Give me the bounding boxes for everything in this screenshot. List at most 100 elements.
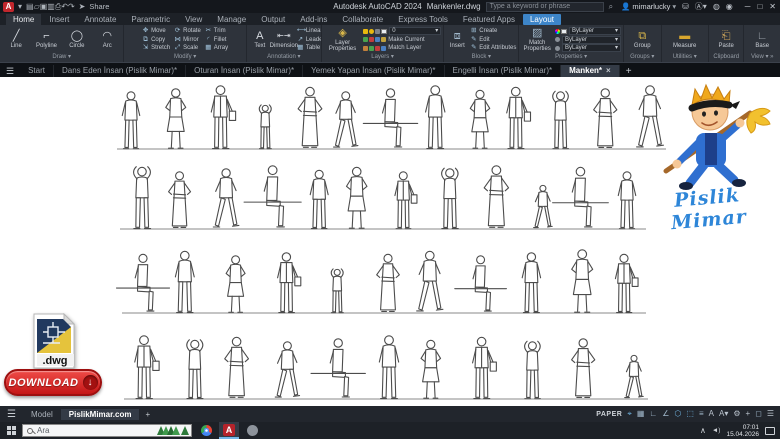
human-figure-block[interactable] xyxy=(116,254,169,311)
match-layer-button[interactable]: Match Layer xyxy=(363,44,441,52)
utilities-panel-label[interactable]: Utilities ▾ xyxy=(662,53,708,62)
minimize-button[interactable]: ─ xyxy=(745,2,751,11)
app-store-cart-icon[interactable]: ⛁ xyxy=(682,2,689,11)
annotation-panel-label[interactable]: Annotation ▾ xyxy=(247,53,321,62)
customize-icon[interactable]: ☰ xyxy=(767,407,774,421)
drawing-canvas[interactable]: Pislik Mimar .dwg DOWNLOAD ↓ xyxy=(0,77,780,406)
human-figure-block[interactable] xyxy=(625,355,644,397)
human-figure-block[interactable] xyxy=(334,92,358,147)
move-tool[interactable]: ✥Move xyxy=(142,27,170,35)
save-as-icon[interactable]: ▥ xyxy=(47,2,55,11)
taskbar-clock[interactable]: 07:01 15.04.2026 xyxy=(726,424,759,438)
help-icon[interactable]: ◍ xyxy=(713,2,720,11)
human-figure-block[interactable] xyxy=(572,339,595,398)
paper-space-label[interactable]: PAPER xyxy=(596,411,622,418)
isolate-icon[interactable]: ◻ xyxy=(755,407,762,421)
mirror-tool[interactable]: ⋈Mirror xyxy=(174,36,201,44)
dimension-tool[interactable]: ⇤⇥ Dimension xyxy=(273,26,295,53)
ribbon-tab-add-ins[interactable]: Add-ins xyxy=(293,14,334,25)
ribbon-tab-annotate[interactable]: Annotate xyxy=(77,14,123,25)
human-figure-block[interactable] xyxy=(377,254,400,311)
new-drawing-tab-button[interactable]: + xyxy=(620,66,638,77)
human-figure-block[interactable] xyxy=(244,166,301,227)
combo-dropdown-icon[interactable]: ▾ xyxy=(615,36,618,44)
start-button[interactable] xyxy=(0,422,22,439)
human-figure-block[interactable] xyxy=(553,91,569,148)
property-row-2[interactable]: ByLayer▾ xyxy=(555,44,621,52)
ribbon-tab-output[interactable]: Output xyxy=(254,14,292,25)
leader-tool[interactable]: ↗Leader xyxy=(297,36,322,44)
layer-select-combo[interactable]: 0▾ xyxy=(363,27,441,35)
human-figure-block[interactable] xyxy=(169,172,191,228)
ribbon-tab-layout[interactable]: Layout xyxy=(523,14,561,25)
human-figure-block[interactable] xyxy=(618,172,635,229)
group-tool[interactable]: ⧉ Group xyxy=(631,26,653,53)
share-icon[interactable]: ➤ xyxy=(79,0,86,13)
human-figure-block[interactable] xyxy=(187,340,203,399)
human-figure-block[interactable] xyxy=(594,89,617,148)
help-search-input[interactable]: Type a keyword or phrase xyxy=(486,2,604,12)
trim-tool[interactable]: ✂Trim xyxy=(205,27,228,35)
file-tab-engelli-i-nsan-pislik-mimar-[interactable]: Engelli İnsan (Pislik Mimar)* xyxy=(445,65,562,77)
qat-dropdown-icon[interactable]: ▾ xyxy=(18,0,22,13)
human-figure-block[interactable] xyxy=(553,167,609,227)
autodesk-a-icon[interactable]: Ⓐ▾ xyxy=(695,1,707,12)
human-figure-block[interactable] xyxy=(211,86,235,149)
property-row-1[interactable]: ByLayer▾ xyxy=(555,36,621,44)
undo-icon[interactable]: ↶ xyxy=(61,2,68,11)
human-figure-block[interactable] xyxy=(522,253,540,313)
fillet-tool[interactable]: ◜Fillet xyxy=(205,36,228,44)
layout-tab-model[interactable]: Model xyxy=(23,409,61,420)
create-button[interactable]: ⊞Create xyxy=(470,27,519,35)
scale-tool[interactable]: ⤢Scale xyxy=(174,44,201,52)
human-figure-block[interactable] xyxy=(473,337,497,398)
human-figure-block[interactable] xyxy=(298,87,322,147)
human-figure-block[interactable] xyxy=(122,92,139,149)
human-figure-block[interactable] xyxy=(346,167,367,228)
human-figure-block[interactable] xyxy=(275,342,299,397)
ribbon-tab-parametric[interactable]: Parametric xyxy=(124,14,177,25)
close-button[interactable]: ✕ xyxy=(769,2,776,11)
human-figure-block[interactable] xyxy=(507,87,531,148)
circle-tool[interactable]: ◯Circle xyxy=(66,26,88,53)
human-figure-block[interactable] xyxy=(470,90,490,148)
file-tab-yemek-yapan-i-nsan-pislik-mimar-[interactable]: Yemek Yapan İnsan (Pislik Mimar)* xyxy=(303,65,444,77)
bylayer-combo-2[interactable]: ByLayer▾ xyxy=(562,44,621,52)
polar-icon[interactable]: ∠ xyxy=(662,407,669,421)
ribbon-tab-manage[interactable]: Manage xyxy=(210,14,253,25)
line-tool[interactable]: ╱Line xyxy=(5,26,27,53)
file-tab-dans-eden-i-nsan-pislik-mimar-[interactable]: Dans Eden İnsan (Pislik Mimar)* xyxy=(54,65,186,77)
file-tabs-menu-icon[interactable]: ☰ xyxy=(0,66,20,77)
human-figure-block[interactable] xyxy=(484,166,508,227)
human-figure-block[interactable] xyxy=(213,169,239,227)
human-figure-block[interactable] xyxy=(166,89,186,148)
human-figure-block[interactable] xyxy=(442,168,459,228)
maximize-button[interactable]: □ xyxy=(757,2,762,11)
edit-attributes-▾-button[interactable]: ✎Edit Attributes ▾ xyxy=(470,44,519,52)
ribbon-tab-home[interactable]: Home xyxy=(6,14,41,25)
human-figure-block[interactable] xyxy=(534,185,553,227)
ribbon-tab-featured-apps[interactable]: Featured Apps xyxy=(456,14,522,25)
download-button[interactable]: DOWNLOAD ↓ xyxy=(4,369,102,396)
human-figure-block[interactable] xyxy=(259,105,271,149)
human-figure-block[interactable] xyxy=(310,170,328,228)
combo-dropdown-icon[interactable]: ▾ xyxy=(615,27,618,35)
match-properties-tool[interactable]: ▨ Match Properties xyxy=(521,26,553,53)
layout-tab-pislikmimar-com[interactable]: PislikMimar.com xyxy=(61,409,140,420)
human-figure-block[interactable] xyxy=(278,253,301,313)
action-center-icon[interactable] xyxy=(765,427,775,435)
edit-button[interactable]: ✎Edit xyxy=(470,36,519,44)
notification-bell-icon[interactable]: ◉ xyxy=(726,2,733,11)
measure-tool[interactable]: ▬ Measure xyxy=(673,26,696,53)
layers-panel-label[interactable]: Layers ▾ xyxy=(322,53,443,62)
rotate-tool[interactable]: ⟳Rotate xyxy=(174,27,201,35)
insert-block-tool[interactable]: ⧈ Insert xyxy=(446,26,468,53)
redo-icon[interactable]: ↷ xyxy=(68,2,75,11)
file-tab-start[interactable]: Start xyxy=(20,65,54,77)
human-figure-block[interactable] xyxy=(426,86,445,149)
ribbon-tab-view[interactable]: View xyxy=(178,14,209,25)
linear-tool[interactable]: ⟷Linear xyxy=(297,27,322,35)
view-panel-label[interactable]: View ▾ » xyxy=(744,53,780,62)
human-figure-block[interactable] xyxy=(311,339,365,397)
annotation-vis-icon[interactable]: A xyxy=(709,407,714,421)
